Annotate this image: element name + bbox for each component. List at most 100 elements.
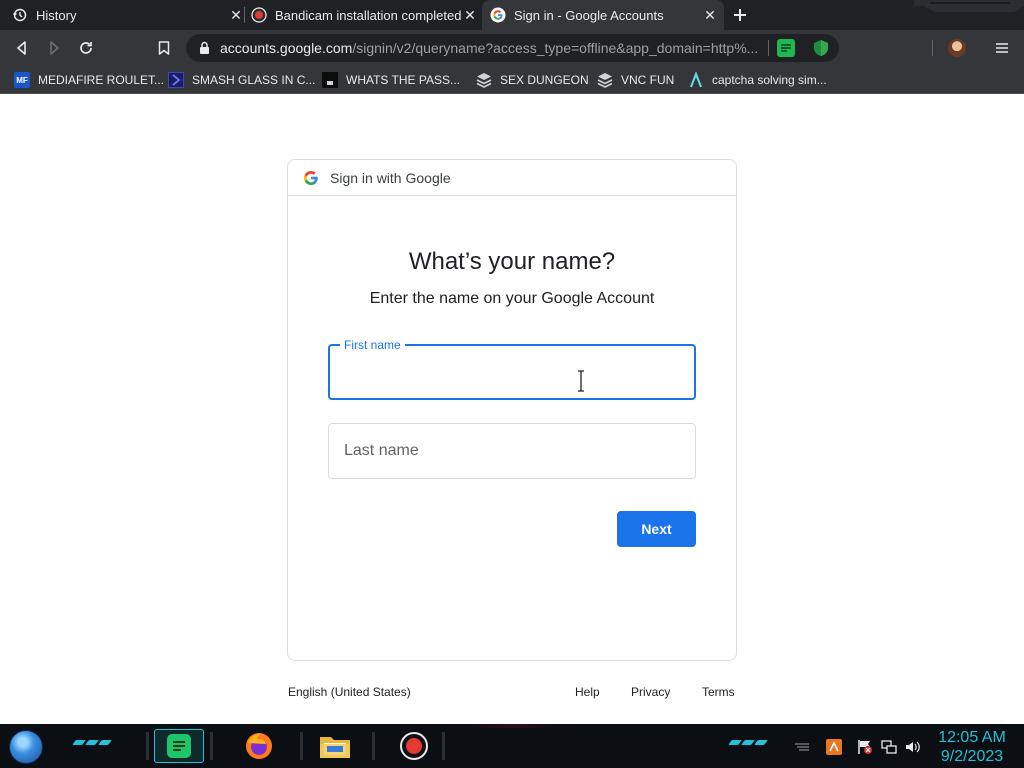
forward-arrow-icon: [50, 41, 59, 55]
clock-date: 9/2/2023: [940, 748, 1004, 765]
network-icon[interactable]: [881, 739, 897, 755]
bookmark-label: captcha solving sim...: [712, 73, 827, 87]
card-header: Sign in with Google: [288, 160, 736, 196]
volume-icon[interactable]: [905, 739, 921, 755]
taskbar-firefox[interactable]: [234, 729, 284, 763]
reload-button[interactable]: [76, 38, 96, 58]
history-icon: [12, 7, 28, 23]
notes-extension-icon[interactable]: [777, 39, 795, 57]
page-footer: English (United States) Help Privacy Ter…: [287, 682, 737, 702]
window-frame-decoration: [914, 0, 1024, 12]
bookmarks-bar: MF MEDIAFIRE ROULET... SMASH GLASS IN C.…: [0, 66, 1024, 94]
clock-time: 12:05 AM: [938, 729, 1006, 746]
url-path: /signin/v2/queryname?access_type=offline…: [352, 40, 759, 56]
taskbar-top-edge: [0, 724, 1024, 728]
decorative-arrows-right: [728, 740, 768, 745]
bookmark-label: SMASH GLASS IN C...: [192, 73, 316, 87]
toolbar-divider: [932, 40, 933, 56]
chevron-bookmark-icon: [168, 72, 184, 88]
text-cursor-icon: [578, 370, 584, 392]
tab-title: Bandicam installation completed s: [275, 7, 462, 23]
taskbar-file-explorer[interactable]: [310, 729, 360, 763]
privacy-link[interactable]: Privacy: [631, 685, 670, 699]
language-label: English (United States): [288, 685, 411, 699]
start-button[interactable]: [9, 730, 43, 764]
bookmark-label: SEX DUNGEON: [500, 73, 589, 87]
back-arrow-icon: [17, 41, 26, 55]
bookmark-sex-dungeon[interactable]: SEX DUNGEON: [476, 70, 589, 90]
bandicam-icon: [251, 7, 267, 23]
google-icon: [490, 7, 506, 23]
help-link[interactable]: Help: [575, 685, 600, 699]
close-icon[interactable]: ✕: [228, 7, 244, 23]
new-tab-button[interactable]: [730, 5, 750, 25]
taskbar-divider: [372, 732, 375, 760]
card-header-title: Sign in with Google: [330, 169, 451, 186]
bookmark-label: MEDIAFIRE ROULET...: [38, 73, 165, 87]
terms-link[interactable]: Terms: [702, 685, 735, 699]
bookmark-label: WHATS THE PASS...: [346, 73, 461, 87]
action-center-flag-icon[interactable]: [857, 739, 873, 755]
signin-card: Sign in with Google What’s your name? En…: [287, 159, 737, 661]
back-button[interactable]: [12, 38, 32, 58]
tab-title: Sign in - Google Accounts: [514, 7, 664, 23]
last-name-placeholder: Last name: [344, 442, 419, 459]
google-logo-icon: [304, 170, 318, 185]
hamburger-icon: [996, 43, 1008, 53]
bookmark-icon: [158, 41, 170, 55]
browser-menu-button[interactable]: [994, 38, 1010, 58]
forward-button[interactable]: [44, 38, 64, 58]
firefox-icon: [246, 733, 272, 759]
omnibox-divider: [768, 40, 769, 56]
tab-divider: [244, 7, 245, 23]
bookmark-whats-the-pass[interactable]: WHATS THE PASS...: [322, 70, 460, 90]
app-tray-icon[interactable]: [826, 739, 842, 755]
plus-icon: [734, 9, 746, 21]
profile-avatar[interactable]: [948, 39, 966, 57]
browser-toolbar: accounts.google.com/signin/v2/queryname?…: [0, 30, 1024, 66]
bookmark-smash-glass[interactable]: SMASH GLASS IN C...: [168, 70, 315, 90]
shield-extension-icon[interactable]: [812, 39, 830, 57]
taskbar-notes-app[interactable]: [154, 729, 204, 763]
os-taskbar: 12:05 AM 9/2/2023: [0, 724, 1024, 768]
tab-history[interactable]: History ✕: [12, 0, 244, 30]
language-selector[interactable]: English (United States): [288, 685, 411, 699]
next-button[interactable]: Next: [617, 511, 696, 547]
stack-icon: [597, 72, 613, 88]
url-text: accounts.google.com/signin/v2/queryname?…: [220, 40, 760, 56]
bookmark-vnc-fun[interactable]: VNC FUN: [597, 70, 674, 90]
bookmark-captcha-solving[interactable]: captcha solving sim...: [688, 70, 827, 90]
record-icon: [400, 732, 428, 760]
folder-icon: [320, 737, 350, 758]
first-name-input[interactable]: [342, 358, 682, 388]
lambda-icon: [688, 72, 704, 88]
reload-icon: [80, 42, 92, 54]
page-subtitle: Enter the name on your Google Account: [369, 290, 655, 307]
bookmark-button[interactable]: [154, 38, 174, 58]
taskbar-divider: [300, 732, 303, 760]
bookmark-label: VNC FUN: [621, 73, 675, 87]
taskbar-divider: [146, 732, 149, 760]
decorative-arrows-left: [72, 740, 112, 745]
page-title: What’s your name?: [408, 248, 616, 275]
lock-icon: [196, 40, 212, 56]
close-icon[interactable]: ✕: [462, 7, 478, 23]
mediafire-icon: MF: [14, 72, 30, 88]
last-name-field[interactable]: Last name: [328, 423, 696, 479]
notes-app-icon: [167, 734, 191, 758]
tab-bandicam[interactable]: Bandicam installation completed s ✕: [251, 0, 478, 30]
url-host: accounts.google.com: [220, 40, 353, 56]
show-hidden-icons[interactable]: [794, 739, 810, 755]
taskbar-divider: [210, 732, 213, 760]
tab-title: History: [36, 7, 77, 23]
bookmark-mediafire[interactable]: MF MEDIAFIRE ROULET...: [14, 70, 164, 90]
address-bar[interactable]: accounts.google.com/signin/v2/queryname?…: [186, 34, 839, 62]
stack-icon: [476, 72, 492, 88]
tab-google-signin[interactable]: Sign in - Google Accounts ✕: [482, 0, 724, 30]
dark-site-icon: [322, 72, 338, 88]
taskbar-bandicam[interactable]: [389, 729, 439, 763]
close-icon[interactable]: ✕: [702, 7, 718, 23]
system-clock[interactable]: 12:05 AM 9/2/2023: [936, 728, 1008, 766]
first-name-label: First name: [340, 338, 405, 352]
first-name-field[interactable]: First name: [328, 338, 696, 400]
